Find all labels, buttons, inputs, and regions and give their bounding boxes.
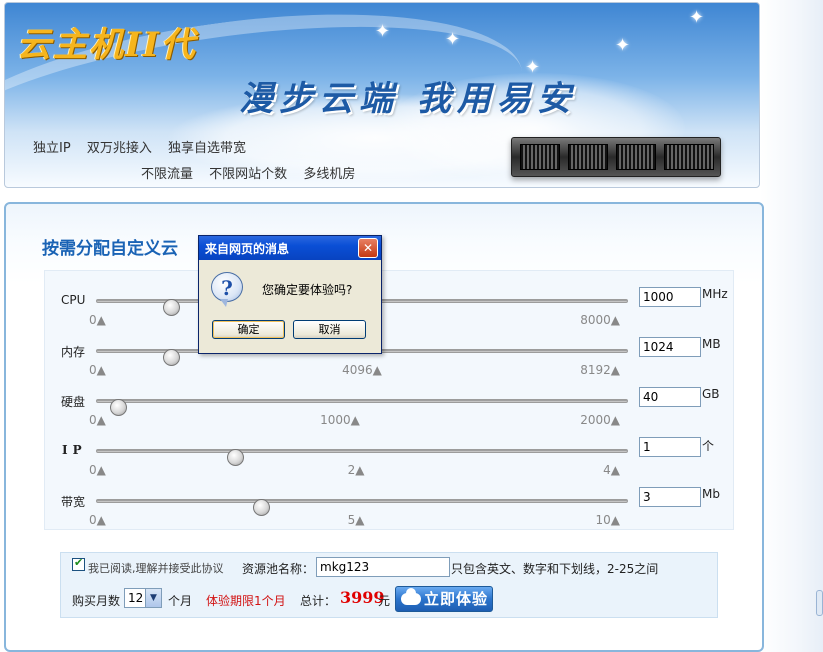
- tick-label: 4▲: [603, 463, 620, 477]
- feature-item: 多线机房: [303, 167, 356, 182]
- slider-label: IP: [62, 443, 87, 457]
- tick-label: 2000▲: [580, 413, 620, 427]
- close-icon[interactable]: ✕: [358, 238, 378, 258]
- tick-label: 0▲: [89, 463, 106, 477]
- slider-label: 硬盘: [61, 395, 86, 409]
- server-grill: [520, 144, 560, 170]
- tick-label: 0▲: [89, 413, 106, 427]
- server-illustration: [511, 137, 721, 177]
- agree-checkbox[interactable]: [72, 556, 85, 571]
- tick-label: 10▲: [595, 513, 621, 527]
- slider-row-memory: 内存 0▲ 4096▲ 8192▲ MB: [0, 337, 823, 383]
- tick-label: 1000▲: [320, 413, 360, 427]
- slider-row-ip: IP 0▲ 2▲ 4▲ 个: [0, 437, 823, 483]
- cloud-icon: [401, 588, 421, 605]
- months-unit: 个月: [168, 594, 193, 608]
- tick-label: 8000▲: [580, 313, 620, 327]
- slogan: 漫步云端 我用易安: [239, 79, 577, 119]
- slider-label: 带宽: [61, 495, 86, 509]
- sparkle-icon: ✦: [375, 21, 391, 42]
- cancel-button[interactable]: 取消: [293, 320, 366, 339]
- slider-row-disk: 硬盘 0▲ 1000▲ 2000▲ GB: [0, 387, 823, 433]
- try-now-button[interactable]: 立即体验: [395, 586, 493, 612]
- unit-label: Mb: [702, 487, 720, 501]
- slider-row-bandwidth: 带宽 0▲ 5▲ 10▲ Mb: [0, 487, 823, 533]
- bandwidth-slider-track[interactable]: [96, 499, 628, 516]
- ip-input[interactable]: [639, 437, 701, 457]
- feature-item: 独享自选带宽: [167, 141, 246, 156]
- unit-label: 个: [702, 439, 715, 453]
- server-grill: [616, 144, 656, 170]
- unit-label: GB: [702, 387, 720, 401]
- months-value: 12: [128, 591, 144, 605]
- feature-item: 不限流量: [141, 167, 194, 182]
- sparkle-icon: ✦: [689, 7, 705, 28]
- disk-input[interactable]: [639, 387, 701, 407]
- memory-input[interactable]: [639, 337, 701, 357]
- confirm-dialog: 来自网页的消息 ✕ ? 您确定要体验吗? 确定 取消: [198, 235, 382, 354]
- unit-label: MB: [702, 337, 721, 351]
- ok-button[interactable]: 确定: [212, 320, 285, 339]
- slider-row-cpu: CPU 0▲ 8000▲ MHz: [0, 287, 823, 333]
- total-unit: 元: [378, 594, 391, 608]
- server-grill: [664, 144, 714, 170]
- slider-label: 内存: [61, 345, 86, 359]
- tick-label: 0▲: [89, 363, 106, 377]
- slider-label: CPU: [61, 293, 86, 307]
- banner: ✦ ✦ ✦ ✦ ✦ 云主机II代 漫步云端 我用易安 独立IP 双万兆接入 独享…: [4, 2, 760, 188]
- dialog-titlebar[interactable]: 来自网页的消息 ✕: [199, 236, 381, 260]
- months-select[interactable]: 12 ▼: [124, 588, 162, 608]
- total-label: 总计：: [300, 594, 337, 608]
- cpu-slider-thumb[interactable]: [163, 299, 181, 316]
- tick-label: 0▲: [89, 513, 106, 527]
- feature-item: 双万兆接入: [86, 141, 152, 156]
- bandwidth-slider-thumb[interactable]: [253, 499, 271, 516]
- tick-label: 8192▲: [580, 363, 620, 377]
- panel-title: 按需分配自定义云: [42, 239, 178, 259]
- ip-slider-track[interactable]: [96, 449, 628, 466]
- tick-label: 0▲: [89, 313, 106, 327]
- feature-list: 不限流量 不限网站个数 多线机房: [141, 163, 367, 182]
- server-grill: [568, 144, 608, 170]
- dialog-title: 来自网页的消息: [205, 242, 290, 256]
- logo: 云主机II代: [17, 25, 197, 65]
- pool-name-label: 资源池名称：: [242, 562, 315, 576]
- feature-item: 独立IP: [33, 141, 71, 156]
- pool-name-input[interactable]: [316, 557, 450, 577]
- bandwidth-input[interactable]: [639, 487, 701, 507]
- disk-slider-track[interactable]: [96, 399, 628, 416]
- pool-name-hint: 只包含英文、数字和下划线，2-25之间: [451, 562, 659, 576]
- sparkle-icon: ✦: [445, 29, 461, 50]
- tick-label: 5▲: [347, 513, 365, 527]
- months-label: 购买月数: [72, 594, 121, 608]
- side-scroll-handle[interactable]: [816, 590, 823, 616]
- feature-list: 独立IP 双万兆接入 独享自选带宽: [33, 137, 258, 156]
- trial-period-text: 体验期限1个月: [206, 594, 286, 608]
- tick-label: 2▲: [347, 463, 365, 477]
- tick-label: 4096▲: [342, 363, 382, 377]
- disk-slider-thumb[interactable]: [110, 399, 128, 416]
- feature-item: 不限网站个数: [209, 167, 288, 182]
- chevron-down-icon[interactable]: ▼: [145, 589, 161, 607]
- cpu-input[interactable]: [639, 287, 701, 307]
- sparkle-icon: ✦: [615, 35, 631, 56]
- try-now-label: 立即体验: [424, 590, 489, 608]
- ip-slider-thumb[interactable]: [226, 449, 244, 466]
- unit-label: MHz: [702, 287, 728, 301]
- agree-label[interactable]: 我已阅读,理解并接受此协议: [88, 560, 224, 576]
- memory-slider-thumb[interactable]: [163, 349, 181, 366]
- question-icon: ?: [211, 272, 243, 307]
- dialog-message: 您确定要体验吗?: [262, 283, 353, 297]
